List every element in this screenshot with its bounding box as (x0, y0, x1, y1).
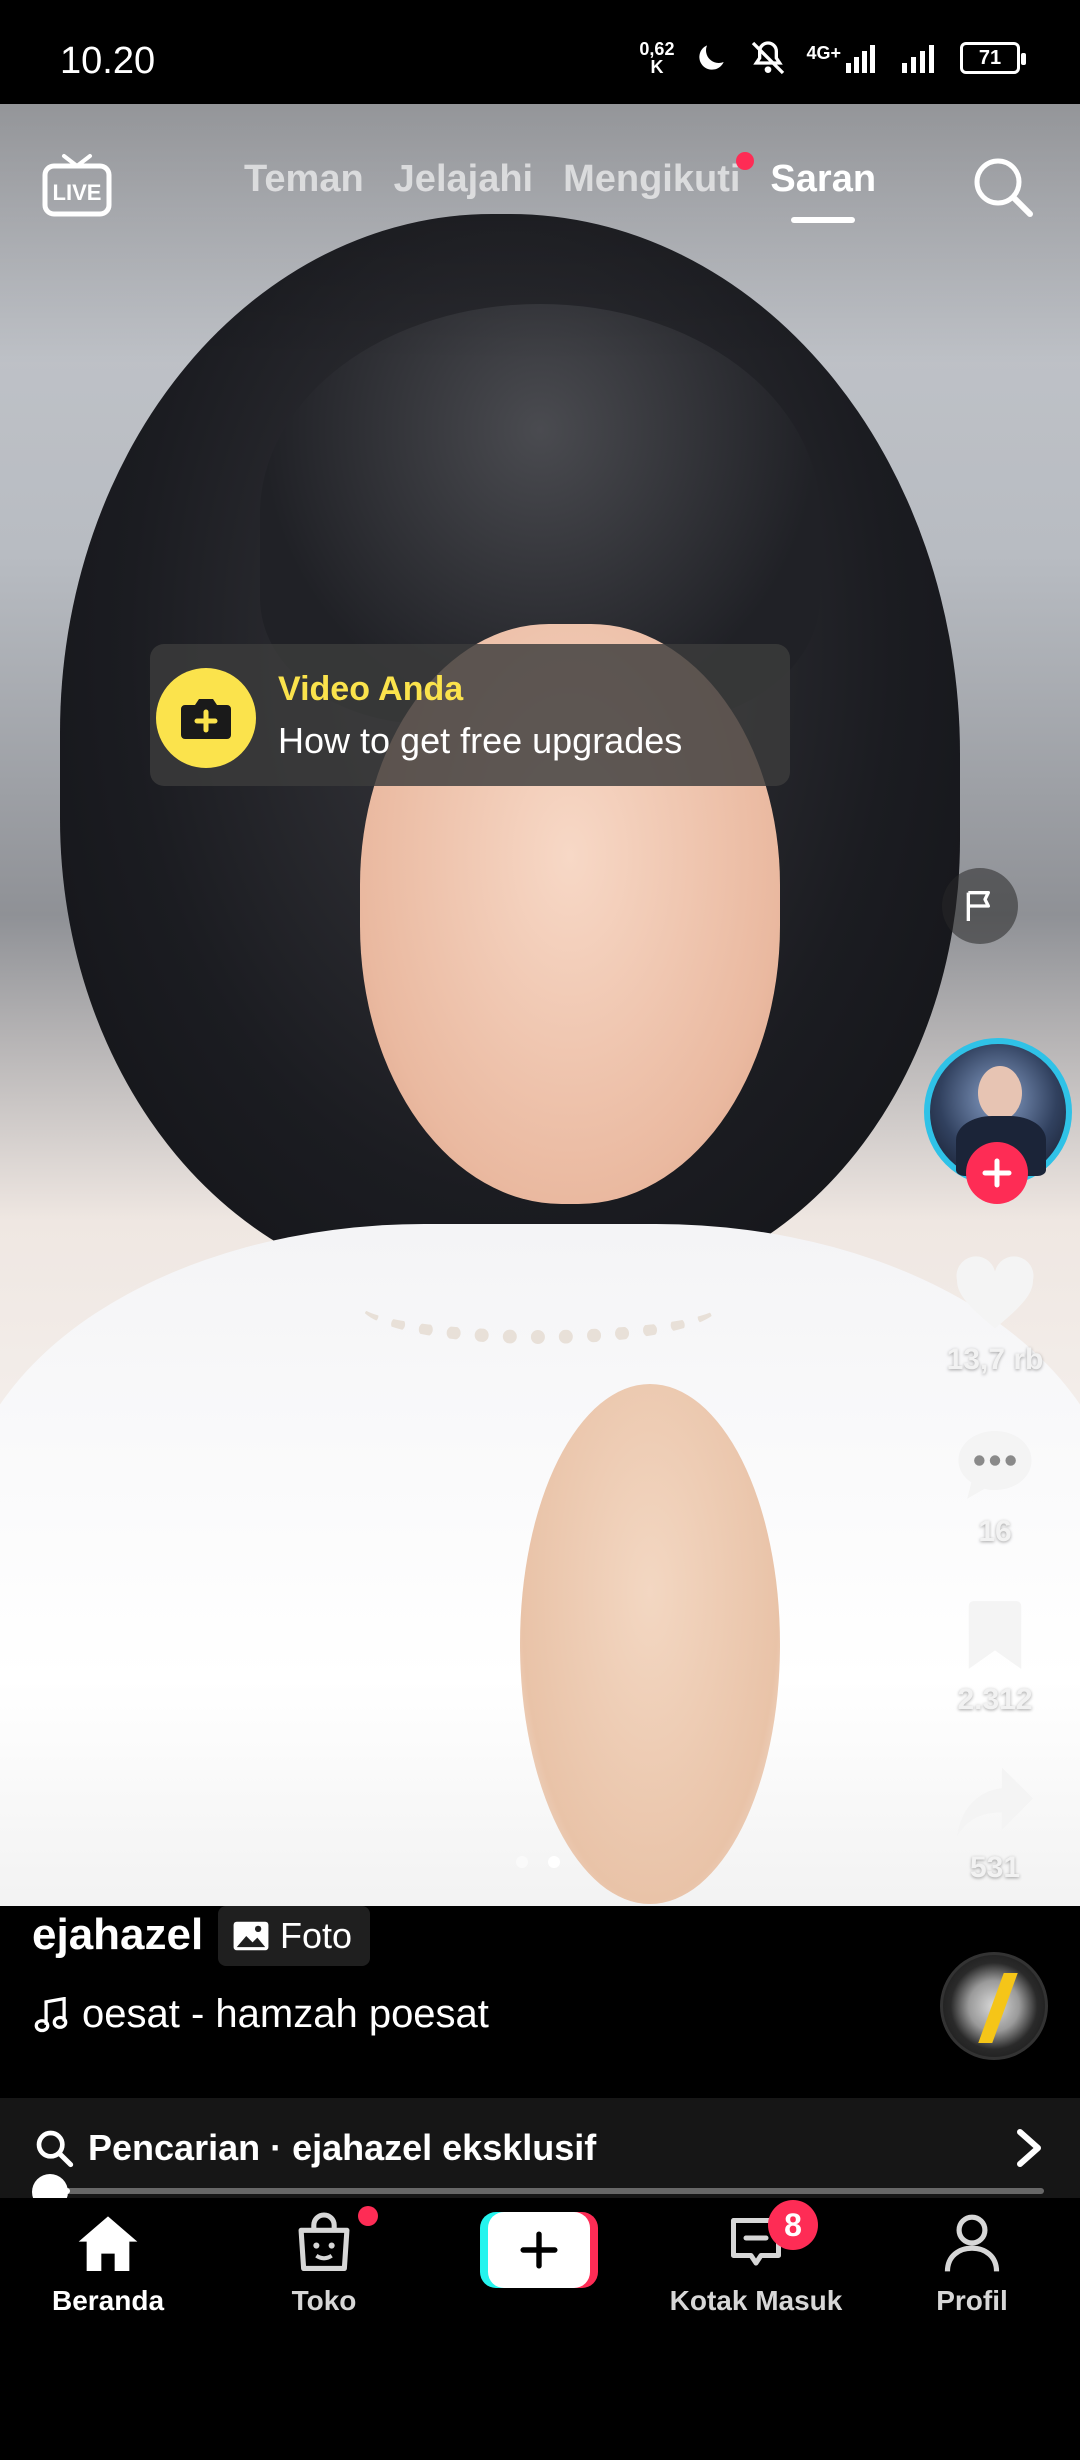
search-suggestion-text: Pencarian · ejahazel eksklusif (88, 2127, 597, 2168)
live-button[interactable]: LIVE (42, 152, 112, 218)
carousel-dot-2 (548, 1856, 560, 1868)
heart-icon (956, 1256, 1034, 1329)
tab-mengikuti[interactable]: Mengikuti (563, 152, 755, 201)
status-icons: 0,62 K 4G+ 71 (639, 38, 1026, 78)
moon-icon (699, 45, 725, 70)
photo-necklace (360, 1264, 720, 1344)
bottom-nav: Beranda Toko Kotak Masuk 8 Profil (0, 2198, 1080, 2318)
network-speed-unit: K (650, 57, 664, 77)
home-icon (78, 2216, 138, 2271)
signal-icon (846, 45, 875, 73)
share-count: 531 (969, 1851, 1021, 1884)
live-tv-icon: LIVE (42, 154, 112, 217)
like-count: 13,7 rb (946, 1343, 1044, 1376)
nav-home-label: Beranda (51, 2285, 165, 2316)
tab-teman[interactable]: Teman (244, 158, 364, 201)
shopping-bag-icon (298, 2212, 350, 2271)
share-icon (957, 1767, 1033, 1837)
create-button[interactable] (480, 2212, 598, 2288)
status-time: 10.20 (60, 40, 156, 82)
signal-icon-2 (902, 45, 934, 73)
author-name[interactable]: ejahazel (32, 1910, 203, 1960)
music-title: oesat - hamzah poesat (82, 1992, 489, 2036)
tab-saran[interactable]: Saran (770, 158, 876, 201)
disc-bolt-icon (978, 1973, 1018, 2043)
camera-plus-icon (156, 668, 256, 768)
system-nav-area (0, 2318, 1080, 2460)
top-nav: LIVE Teman Jelajahi Mengikuti Saran (0, 104, 1080, 264)
photo-skin (520, 1384, 780, 1904)
nav-profile[interactable]: Profil (872, 2212, 1072, 2317)
comment-count: 16 (978, 1515, 1012, 1548)
flag-icon (966, 891, 990, 921)
caption-area: ejahazel Foto oesat - hamzah poesat (0, 1906, 1080, 2098)
photo-badge: Foto (218, 1906, 371, 1966)
feed-tabs: Teman Jelajahi Mengikuti Saran (244, 152, 876, 201)
plus-icon-create (520, 2231, 558, 2269)
carousel-dots (516, 1856, 560, 1868)
tab-jelajahi[interactable]: Jelajahi (394, 158, 533, 201)
like-button[interactable]: 13,7 rb (930, 1256, 1060, 1377)
progress-bar[interactable] (50, 2188, 1044, 2194)
nav-inbox[interactable]: Kotak Masuk 8 (656, 2200, 856, 2317)
comment-button[interactable]: 16 (930, 1424, 1060, 1549)
music-disc[interactable] (940, 1952, 1048, 2060)
save-count: 2.312 (957, 1683, 1033, 1716)
photo-badge-label: Foto (280, 1915, 353, 1956)
svg-text:LIVE: LIVE (53, 180, 102, 205)
shop-notification-dot (358, 2206, 378, 2226)
nav-home[interactable]: Beranda (8, 2212, 208, 2317)
follow-button[interactable] (966, 1142, 1028, 1204)
nav-shop-label: Toko (291, 2285, 357, 2316)
tab-notification-dot (736, 152, 755, 170)
report-button[interactable] (942, 868, 1018, 944)
plus-icon (982, 1158, 1012, 1188)
video-content[interactable] (0, 104, 1080, 1906)
status-bar: 10.20 0,62 K 4G+ 71 (0, 0, 1080, 104)
image-icon (233, 1921, 269, 1951)
nav-inbox-label: Kotak Masuk (669, 2285, 843, 2316)
network-speed: 0,62 K (639, 40, 674, 76)
search-suggestion-bar[interactable]: Pencarian · ejahazel eksklusif (0, 2098, 1080, 2198)
music-note-icon (34, 1996, 68, 2032)
comment-icon (958, 1430, 1032, 1499)
upload-toast[interactable]: Video Anda How to get free upgrades (150, 644, 790, 786)
toast-title: Video Anda (278, 670, 464, 708)
share-button[interactable]: 531 (930, 1764, 1060, 1885)
search-button[interactable] (970, 154, 1036, 220)
profile-icon (944, 2214, 1000, 2272)
search-icon-small (36, 2130, 74, 2168)
nav-profile-label: Profil (936, 2285, 1008, 2316)
avatar-face (978, 1066, 1022, 1120)
mute-icon (752, 41, 785, 75)
toast-text: How to get free upgrades (278, 720, 683, 761)
chevron-right-icon (1017, 2129, 1041, 2167)
create-button-face (488, 2212, 590, 2288)
search-icon (974, 158, 1033, 217)
bookmark-icon (968, 1601, 1022, 1669)
network-speed-value: 0,62 (639, 39, 675, 59)
battery-indicator: 71 (960, 42, 1026, 74)
carousel-dot-1 (516, 1856, 528, 1868)
music-track[interactable]: oesat - hamzah poesat (34, 1992, 489, 2037)
nav-shop[interactable]: Toko (224, 2206, 424, 2317)
save-button[interactable]: 2.312 (930, 1598, 1060, 1717)
network-type: 4G+ (806, 43, 880, 73)
inbox-badge: 8 (768, 2200, 818, 2250)
